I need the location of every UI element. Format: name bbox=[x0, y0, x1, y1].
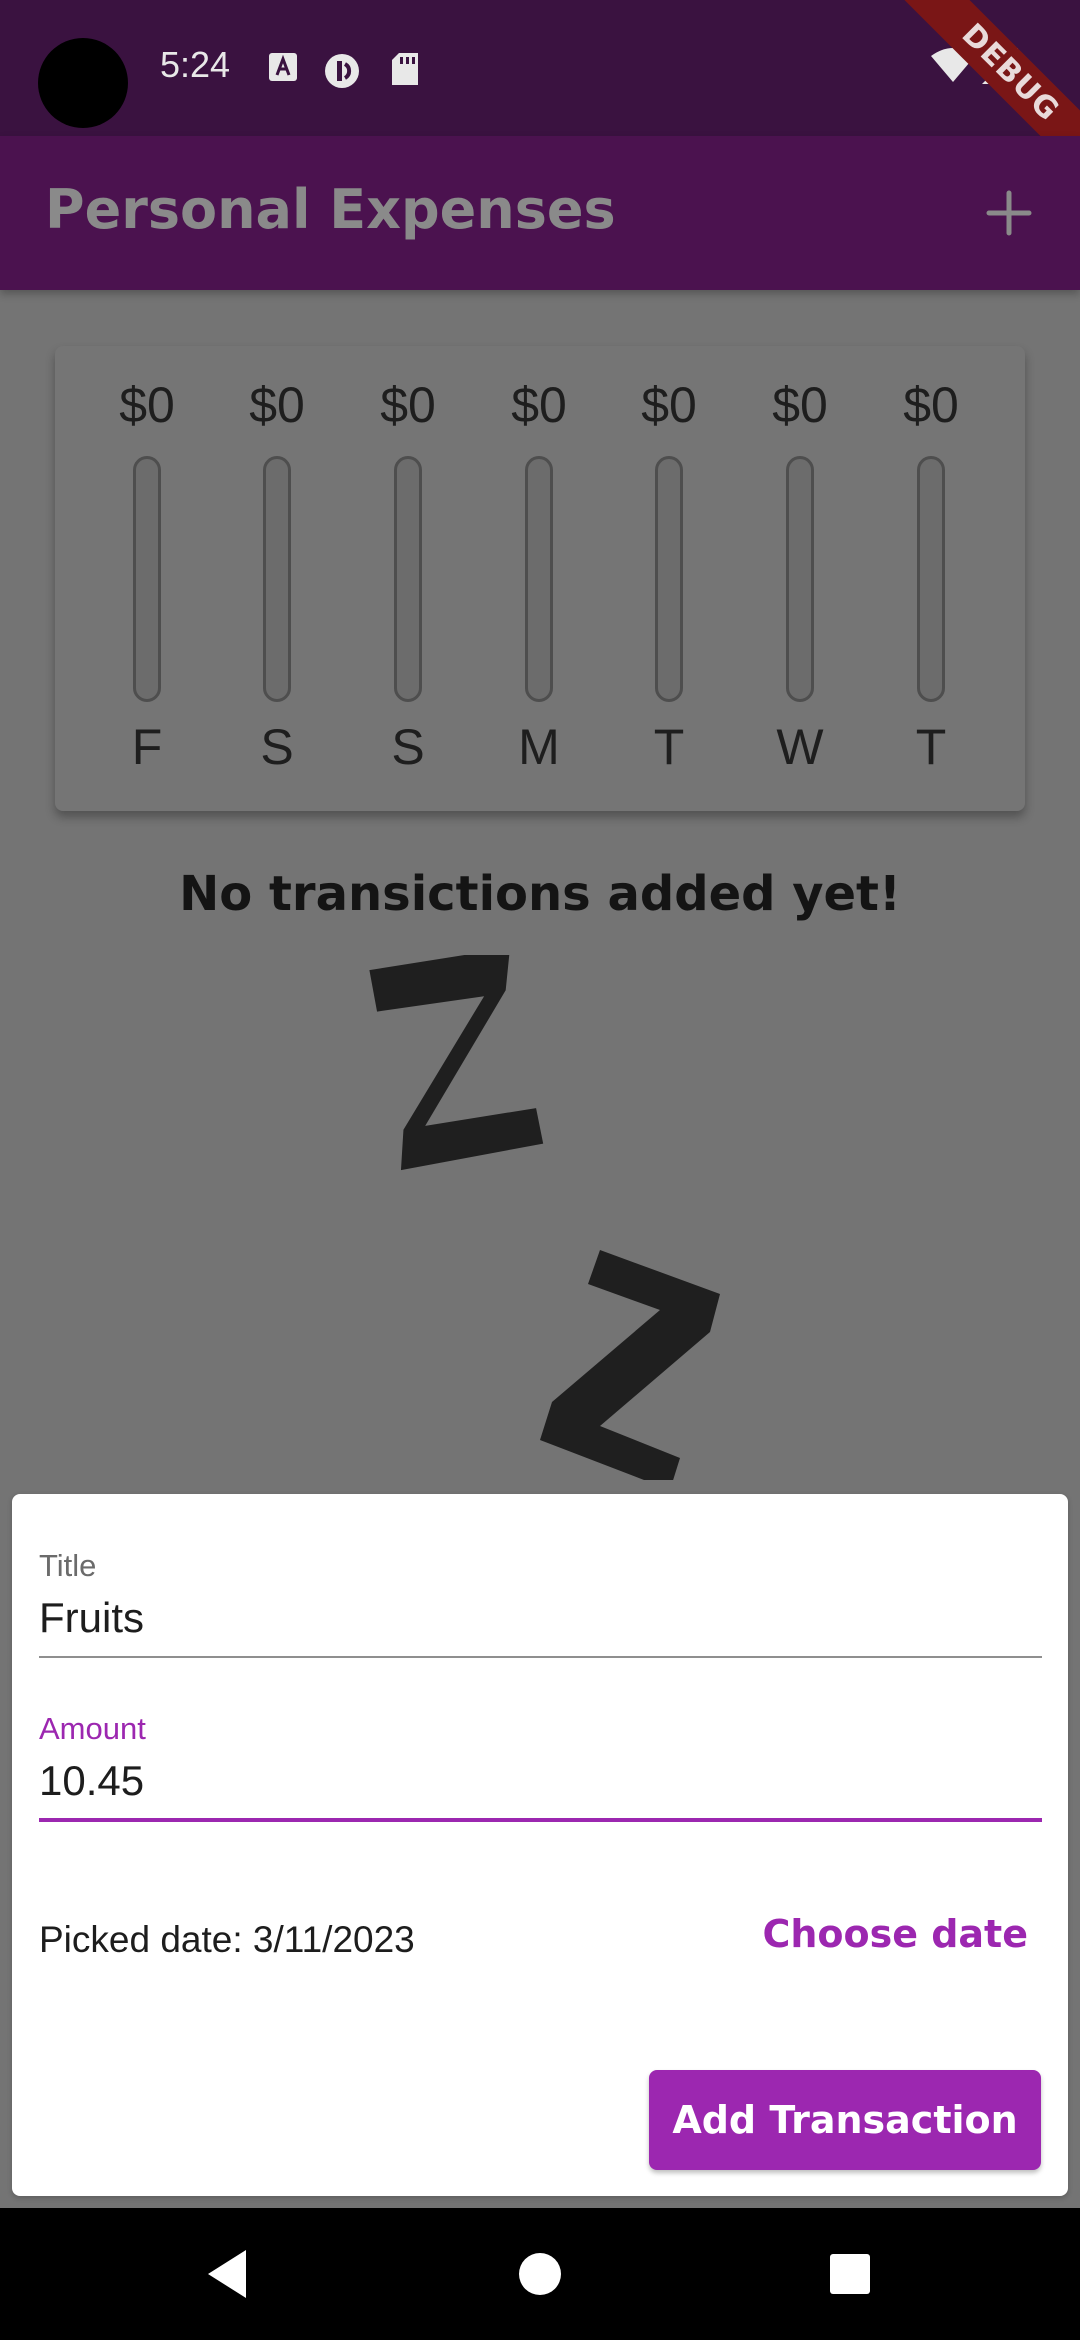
chart-day-label: T bbox=[653, 719, 685, 775]
title-field-value[interactable]: Fruits bbox=[39, 1594, 1042, 1642]
chart-day: $0 S bbox=[227, 346, 327, 811]
chart-day-bar bbox=[786, 456, 814, 702]
chart-day-amount: $0 bbox=[380, 377, 436, 433]
chart-day-amount: $0 bbox=[772, 377, 828, 433]
choose-date-button[interactable]: Choose date bbox=[762, 1912, 1028, 1956]
chart-day-bar bbox=[263, 456, 291, 702]
screen: 5:24 DEBUG Personal Expenses $0 F $0 S $… bbox=[0, 0, 1080, 2340]
text-a-icon bbox=[269, 53, 297, 81]
chart-day-bar bbox=[525, 456, 553, 702]
chart-day-bar bbox=[655, 456, 683, 702]
chart-day-bar bbox=[394, 456, 422, 702]
back-icon[interactable] bbox=[196, 2244, 256, 2304]
chart-day-label: M bbox=[518, 719, 560, 775]
chart-day-label: T bbox=[915, 719, 947, 775]
amount-field[interactable]: Amount 10.45 bbox=[39, 1711, 1042, 1823]
chart-day-label: W bbox=[776, 719, 824, 775]
add-transaction-button[interactable]: Add Transaction bbox=[649, 2070, 1041, 2170]
recents-icon[interactable] bbox=[820, 2244, 880, 2304]
chart-day: $0 M bbox=[489, 346, 589, 811]
chart-day: $0 F bbox=[97, 346, 197, 811]
sleeping-z-icon bbox=[540, 1250, 720, 1480]
chart-day: $0 S bbox=[358, 346, 458, 811]
amount-field-value[interactable]: 10.45 bbox=[39, 1757, 1042, 1805]
add-icon[interactable] bbox=[972, 176, 1046, 250]
status-bar: 5:24 DEBUG bbox=[0, 0, 1080, 196]
chart-day-label: S bbox=[391, 719, 425, 775]
chart-day-label: S bbox=[260, 719, 294, 775]
weekly-chart: $0 F $0 S $0 S $0 M $0 T $0 W $0 T bbox=[55, 346, 1025, 811]
title-field-label: Title bbox=[39, 1548, 97, 1583]
app-bar: Personal Expenses bbox=[0, 136, 1080, 290]
chart-day-amount: $0 bbox=[119, 377, 175, 433]
chart-day: $0 W bbox=[750, 346, 850, 811]
status-time: 5:24 bbox=[160, 44, 231, 85]
sleeping-z-icon bbox=[369, 955, 544, 1171]
new-transaction-form: Title Fruits Amount 10.45 Picked date: 3… bbox=[12, 1494, 1068, 2196]
chart-day-amount: $0 bbox=[511, 377, 567, 433]
chart-day-amount: $0 bbox=[641, 377, 697, 433]
empty-state-message: No transictions added yet! bbox=[179, 866, 901, 922]
picked-date-text: Picked date: 3/11/2023 bbox=[39, 1919, 415, 1960]
navigation-bar bbox=[0, 2208, 1080, 2340]
chart-day-bar bbox=[133, 456, 161, 702]
title-field-underline bbox=[39, 1656, 1042, 1658]
bottom-sheet: Title Fruits Amount 10.45 Picked date: 3… bbox=[0, 1480, 1080, 2208]
sd-card-icon bbox=[392, 53, 418, 85]
chart-day: $0 T bbox=[881, 346, 981, 811]
data-saver-icon bbox=[325, 54, 359, 88]
chart-day-amount: $0 bbox=[903, 377, 959, 433]
chart-day-amount: $0 bbox=[249, 377, 305, 433]
amount-field-underline bbox=[39, 1818, 1042, 1822]
chart-day-bar bbox=[917, 456, 945, 702]
title-field[interactable]: Title Fruits bbox=[39, 1548, 1042, 1660]
amount-field-label: Amount bbox=[39, 1711, 146, 1746]
chart-day-label: F bbox=[131, 719, 163, 775]
home-icon[interactable] bbox=[510, 2244, 570, 2304]
camera-cutout bbox=[38, 38, 128, 128]
chart-day: $0 T bbox=[619, 346, 719, 811]
page-title: Personal Expenses bbox=[45, 178, 616, 241]
